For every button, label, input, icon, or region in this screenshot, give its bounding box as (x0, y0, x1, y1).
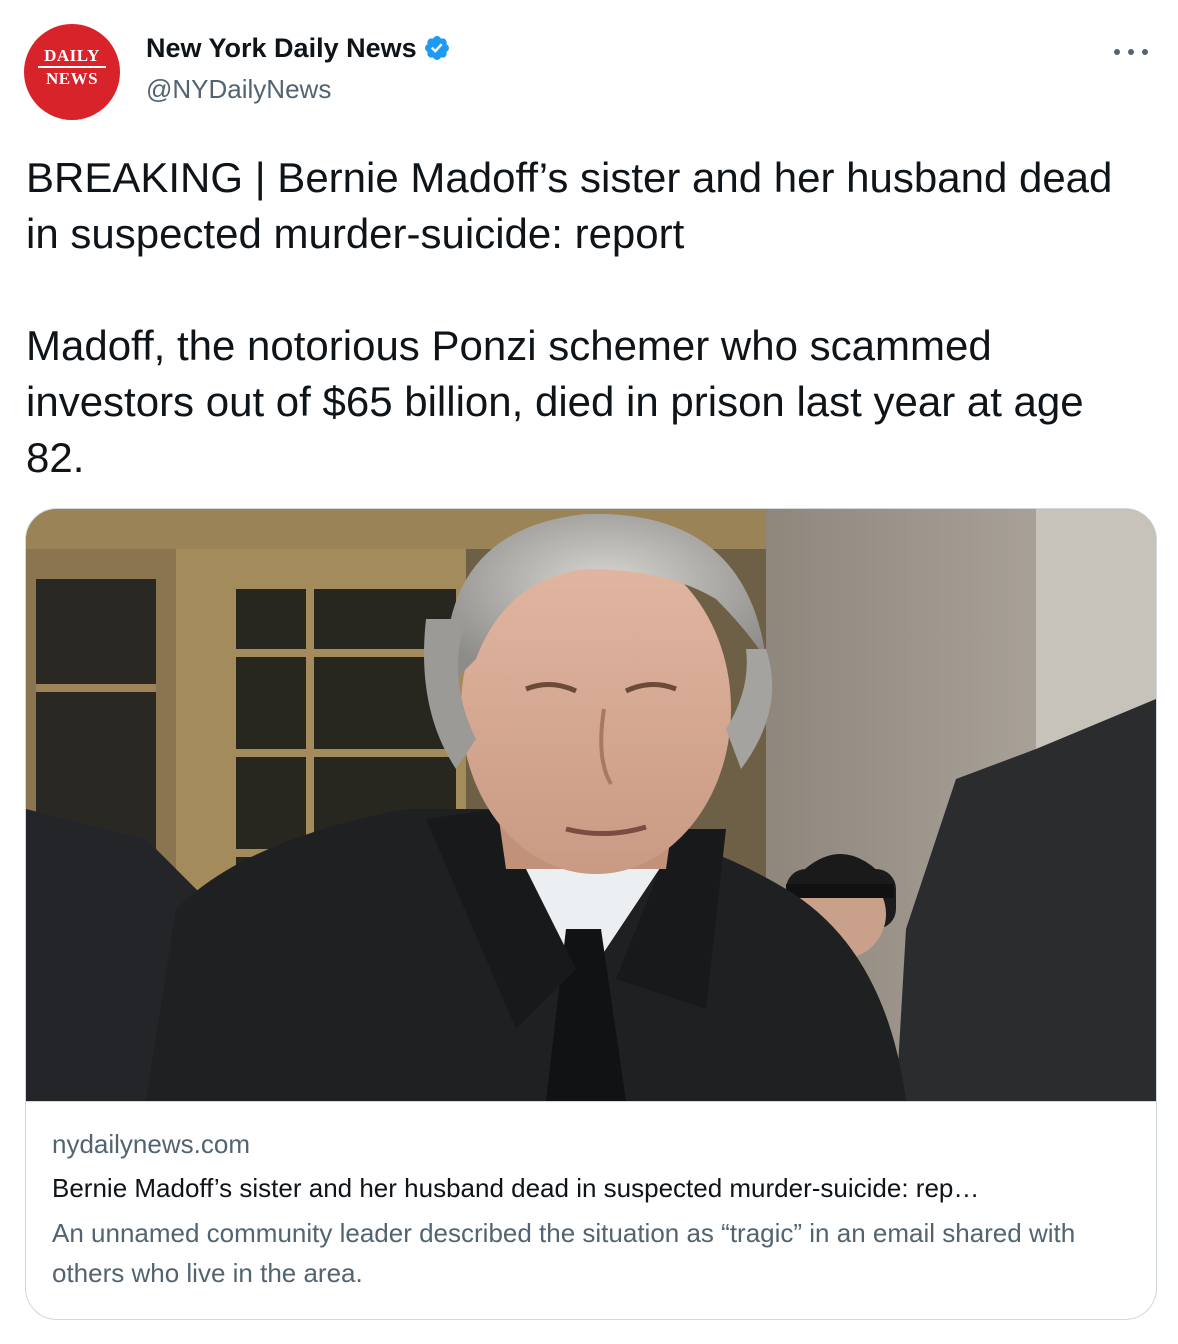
logo-line-daily: DAILY (44, 46, 100, 65)
card-title[interactable]: Bernie Madoff’s sister and her husband d… (52, 1171, 1130, 1205)
link-card[interactable]: nydailynews.com Bernie Madoff’s sister a… (25, 508, 1157, 1320)
verified-badge-icon (424, 36, 449, 60)
logo-line-news: NEWS (45, 69, 99, 88)
more-dot (1142, 49, 1148, 55)
card-domain: nydailynews.com (52, 1129, 250, 1159)
avatar[interactable]: DAILY NEWS (24, 24, 120, 120)
tweet-text: BREAKING | Bernie Madoff’s sister and he… (26, 154, 1113, 481)
card-meta: nydailynews.com Bernie Madoff’s sister a… (52, 1127, 1130, 1293)
tweet-header: DAILY NEWS New York Daily News @NYDailyN… (24, 24, 1154, 120)
more-dot (1114, 49, 1120, 55)
card-image[interactable] (26, 509, 1156, 1102)
more-horizontal-icon[interactable] (1114, 42, 1148, 62)
logo-divider (38, 66, 106, 68)
author-handle[interactable]: @NYDailyNews (146, 74, 331, 105)
card-photo (26, 509, 1156, 1101)
author-display-name[interactable]: New York Daily News (146, 33, 417, 64)
card-description: An unnamed community leader described th… (52, 1218, 1076, 1288)
author-name-row: New York Daily News (146, 32, 451, 64)
more-dot (1128, 49, 1134, 55)
